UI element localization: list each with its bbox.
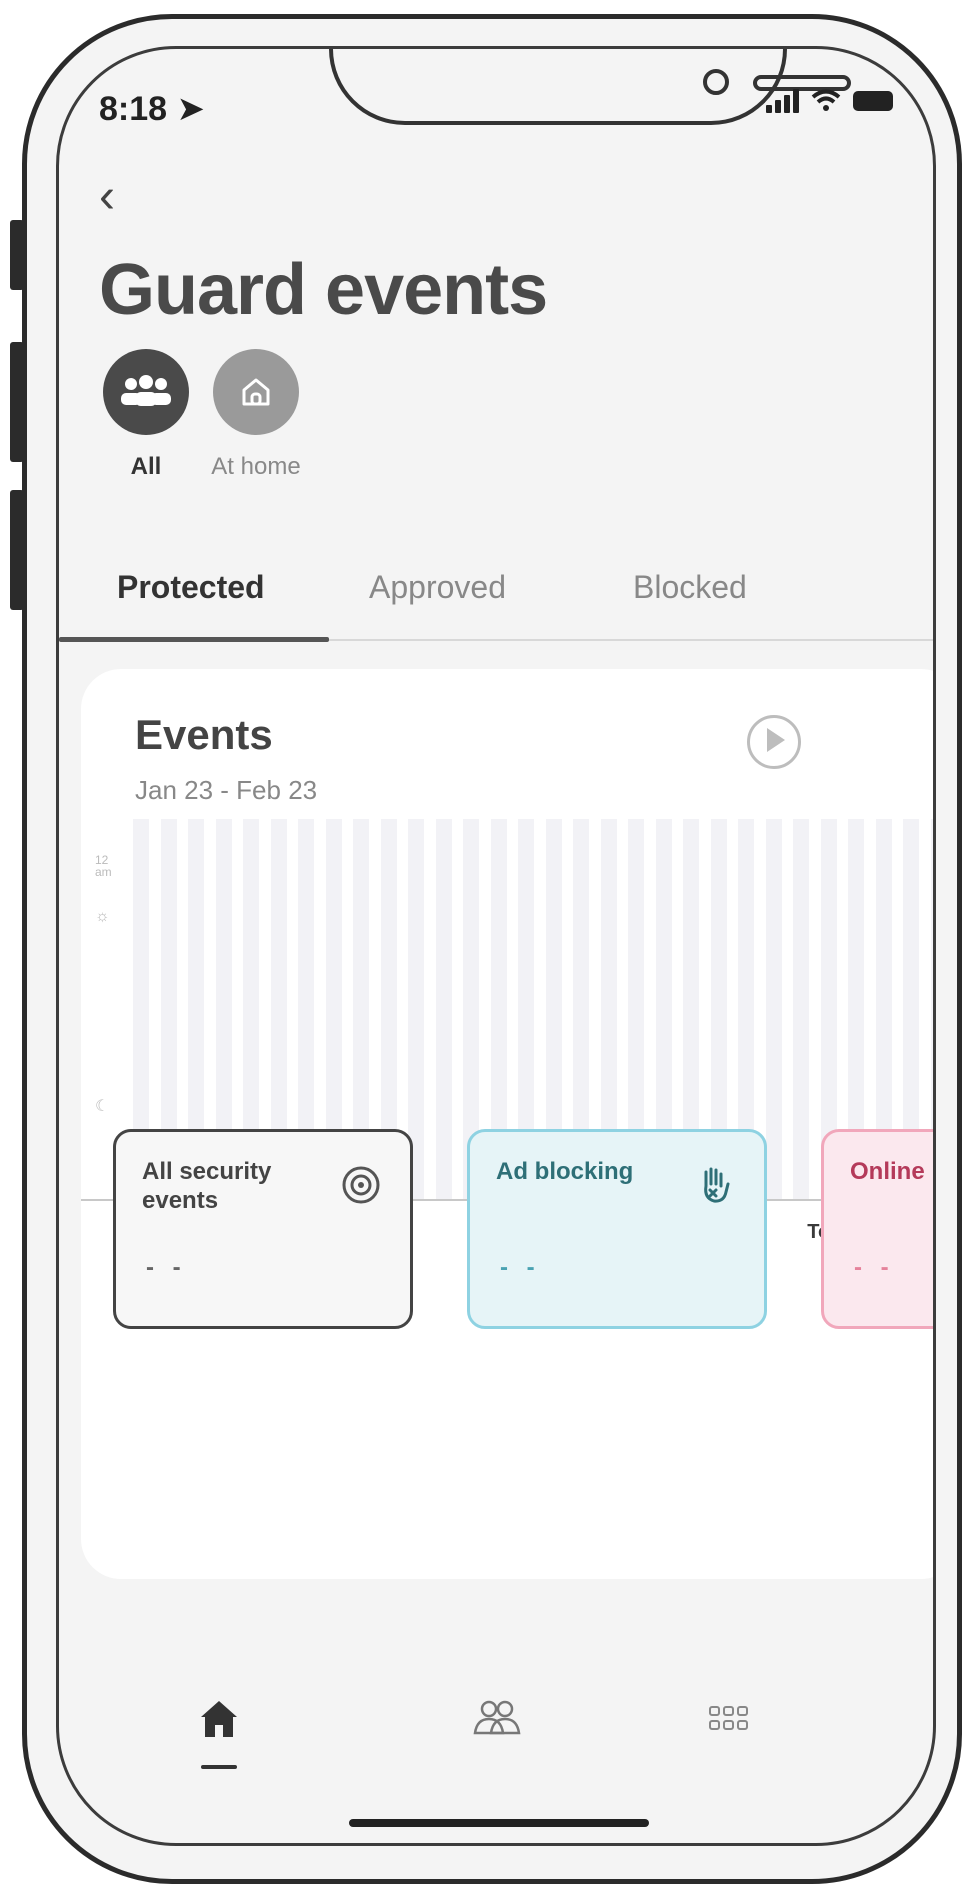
chevron-left-icon: ‹ bbox=[99, 170, 115, 223]
filter-at-home[interactable]: At home bbox=[201, 349, 311, 481]
status-time: 8:18 ➤ bbox=[99, 89, 205, 129]
chart-column bbox=[793, 819, 809, 1199]
filter-all[interactable]: All bbox=[91, 349, 201, 481]
signal-icon bbox=[766, 89, 799, 113]
filter-at-home-label: At home bbox=[211, 453, 301, 480]
people-group-icon bbox=[121, 375, 171, 406]
battery-icon bbox=[853, 91, 893, 111]
share-icon[interactable] bbox=[747, 715, 801, 769]
chart-column bbox=[435, 819, 452, 1199]
home-icon bbox=[201, 1701, 237, 1737]
tile-online-protection[interactable]: Online protection - - bbox=[821, 1129, 933, 1329]
hand-block-icon bbox=[704, 1167, 730, 1203]
grid-icon bbox=[709, 1706, 748, 1730]
target-icon bbox=[342, 1166, 380, 1204]
nav-home[interactable] bbox=[189, 1689, 249, 1749]
tab-strip: Protected Approved Blocked bbox=[59, 569, 933, 629]
nav-more[interactable] bbox=[699, 1689, 759, 1749]
wifi-icon bbox=[811, 89, 841, 111]
home-indicator[interactable] bbox=[349, 1819, 649, 1827]
tile-name: All security events bbox=[142, 1158, 272, 1214]
chart-column bbox=[765, 819, 782, 1199]
location-icon: ➤ bbox=[176, 90, 206, 128]
y-label-12am: 12 am bbox=[95, 853, 112, 879]
tab-blocked[interactable]: Blocked bbox=[633, 569, 747, 606]
tile-value: - - bbox=[500, 1254, 541, 1281]
bottom-tab-bar bbox=[59, 1689, 933, 1809]
moon-icon: ☾ bbox=[95, 1098, 110, 1115]
tile-name: Online protection bbox=[850, 1158, 933, 1185]
status-icons bbox=[766, 89, 893, 113]
tile-all-security-events[interactable]: All security events - - bbox=[113, 1129, 413, 1329]
tile-ad-blocking[interactable]: Ad blocking - - bbox=[467, 1129, 767, 1329]
events-card: Events Jan 23 - Feb 23 12am ☼ ☾ a montha… bbox=[81, 669, 933, 1579]
events-title: Events bbox=[135, 711, 273, 758]
tab-active-indicator bbox=[59, 637, 329, 642]
page-title: Guard events bbox=[99, 250, 548, 330]
camera-icon bbox=[703, 69, 729, 95]
tile-value: - - bbox=[146, 1254, 187, 1281]
tab-protected[interactable]: Protected bbox=[117, 569, 265, 606]
tab-approved[interactable]: Approved bbox=[369, 569, 506, 606]
sun-icon: ☼ bbox=[95, 908, 110, 925]
events-date-range: Jan 23 - Feb 23 bbox=[135, 775, 318, 805]
filter-all-label: All bbox=[130, 453, 162, 480]
nav-people[interactable] bbox=[467, 1689, 527, 1749]
status-time-text: 8:18 bbox=[99, 90, 168, 128]
tile-name: Ad blocking bbox=[496, 1158, 634, 1185]
people-icon bbox=[473, 1700, 521, 1735]
phone-screen: 8:18 ➤ ‹ Guard events All At home Protec… bbox=[56, 46, 936, 1846]
nav-active-indicator bbox=[201, 1765, 237, 1769]
tile-value: - - bbox=[854, 1254, 895, 1281]
home-icon bbox=[242, 378, 270, 406]
notch bbox=[329, 49, 851, 125]
back-button[interactable]: ‹ bbox=[99, 169, 115, 224]
